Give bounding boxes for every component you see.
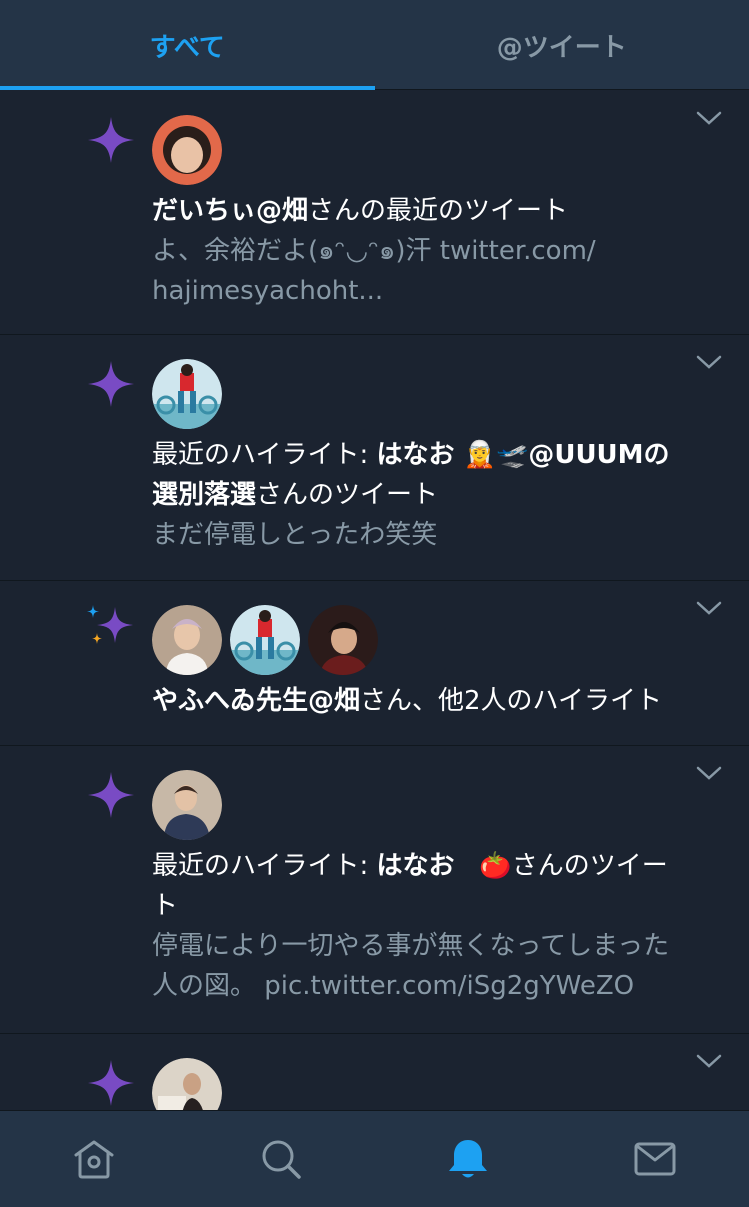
notifications-icon xyxy=(449,1140,488,1178)
chevron-down-icon[interactable] xyxy=(695,1052,723,1070)
user-name[interactable]: はなお xyxy=(377,851,455,881)
chevron-down-icon[interactable] xyxy=(695,764,723,782)
notification-headline: 最近のハイライト: はなお 🧝🛫@UUUMの 選別落選さんのツイート xyxy=(152,440,670,510)
search-icon xyxy=(262,1140,301,1179)
tab-all[interactable]: すべて xyxy=(0,0,375,90)
notification-headline: だいちぃ@畑さんの最近のツイート xyxy=(152,196,569,226)
nav-home[interactable] xyxy=(64,1129,124,1189)
user-name[interactable]: だいちぃ@畑 xyxy=(152,196,308,226)
tweet-snippet: まだ停電しとったわ笑笑 xyxy=(152,520,438,550)
tab-mentions[interactable]: @ツイート xyxy=(375,0,749,90)
chevron-down-icon[interactable] xyxy=(695,599,723,617)
tweet-snippet: 停電により一切やる事が無くなってしまった 人の図。 pic.twitter.co… xyxy=(152,931,670,1001)
notification-tabs: すべて @ツイート xyxy=(0,0,749,90)
sparkle-icon xyxy=(88,361,134,407)
notification-headline: やふへゐ先生@畑さん、他2人のハイライト xyxy=(152,686,663,716)
avatar[interactable] xyxy=(152,770,222,840)
avatar[interactable] xyxy=(308,605,378,675)
notification-item[interactable]: やふへゐ先生@畑さん、他2人のハイライト xyxy=(0,581,749,746)
notification-item[interactable]: 最近のハイライト: はなお 🍅さんのツイート 停電により一切やる事が無くなってし… xyxy=(0,746,749,1034)
home-icon xyxy=(74,1140,114,1179)
notification-headline: 最近のハイライト: はなお 🍅さんのツイート xyxy=(152,851,668,921)
tweet-snippet: よ、余裕だよ(๑ᵔ◡ᵔ๑)汗 twitter.com/ hajimesyacho… xyxy=(152,236,596,306)
sparkle-icon xyxy=(88,1060,134,1106)
notification-feed: だいちぃ@畑さんの最近のツイート よ、余裕だよ(๑ᵔ◡ᵔ๑)汗 twitter.… xyxy=(0,91,749,1154)
nav-messages[interactable] xyxy=(625,1129,685,1189)
nav-search[interactable] xyxy=(251,1129,311,1189)
notification-item[interactable]: 最近のハイライト: はなお 🧝🛫@UUUMの 選別落選さんのツイート まだ停電しと… xyxy=(0,335,749,581)
notification-item[interactable]: だいちぃ@畑さんの最近のツイート よ、余裕だよ(๑ᵔ◡ᵔ๑)汗 twitter.… xyxy=(0,91,749,335)
chevron-down-icon[interactable] xyxy=(695,109,723,127)
sparkles-icon xyxy=(87,605,133,644)
sparkle-icon xyxy=(88,772,134,818)
user-name[interactable]: やふへゐ先生@畑 xyxy=(152,686,360,716)
avatar[interactable] xyxy=(152,115,222,185)
nav-notifications[interactable] xyxy=(438,1129,498,1189)
sparkle-icon xyxy=(88,117,134,163)
avatar[interactable] xyxy=(230,605,300,675)
avatar[interactable] xyxy=(152,359,222,429)
avatar[interactable] xyxy=(152,605,222,675)
bottom-nav xyxy=(0,1110,749,1207)
chevron-down-icon[interactable] xyxy=(695,353,723,371)
messages-icon xyxy=(634,1142,676,1176)
